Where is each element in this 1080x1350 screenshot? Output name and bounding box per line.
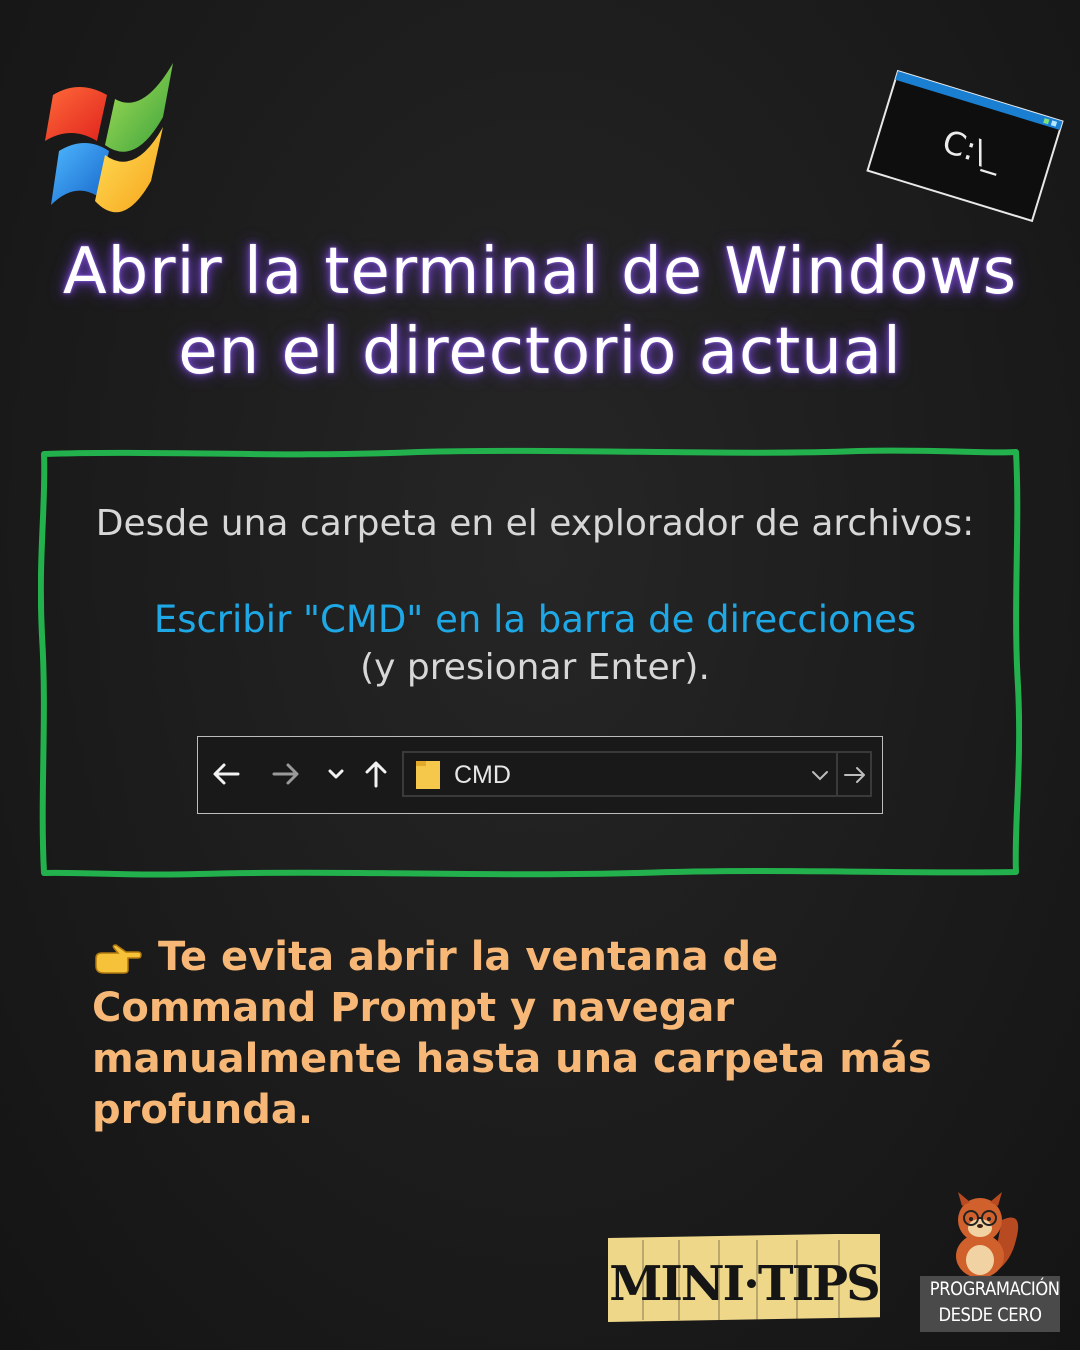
address-history-chevron-icon[interactable]	[808, 761, 832, 789]
tip-text: Te evita abrir la ventana de Command Pro…	[92, 934, 932, 1133]
title-line-2: en el directorio actual	[178, 315, 902, 389]
windows-logo-icon	[45, 63, 173, 213]
instruction-intro: Desde una carpeta en el explorador de ar…	[95, 503, 975, 544]
brand-line-1: PROGRAMACIÓN	[929, 1278, 1060, 1300]
mini-tips-text: MINI·TIPS	[609, 1256, 879, 1312]
mini-tips-label: MINI·TIPS	[608, 1234, 881, 1322]
explorer-address-bar: CMD	[197, 736, 883, 814]
back-arrow-icon[interactable]	[208, 756, 244, 792]
command-prompt-window-icon: C:\_	[866, 69, 1064, 223]
squirrel-mascot-icon	[956, 1192, 1019, 1278]
address-separator	[836, 753, 838, 795]
address-input[interactable]: CMD	[402, 751, 872, 797]
title-line-1: Abrir la terminal de Windows	[62, 235, 1018, 309]
brand-label: PROGRAMACIÓN DESDE CERO	[920, 1276, 1060, 1332]
folder-icon	[416, 761, 440, 789]
tip-text-block: Te evita abrir la ventana de Command Pro…	[92, 932, 992, 1136]
address-value: CMD	[454, 761, 511, 789]
go-arrow-icon[interactable]	[842, 761, 868, 789]
pointing-hand-icon	[95, 944, 142, 974]
recent-locations-dropdown-icon[interactable]	[318, 756, 354, 792]
instruction-note: (y presionar Enter).	[360, 647, 710, 688]
instruction-action: Escribir "CMD" en la barra de direccione…	[153, 598, 917, 641]
brand-line-2: DESDE CERO	[938, 1304, 1042, 1326]
forward-arrow-icon[interactable]	[268, 756, 304, 792]
up-arrow-icon[interactable]	[358, 756, 394, 792]
page-title: Abrir la terminal de Windows en el direc…	[0, 232, 1080, 392]
